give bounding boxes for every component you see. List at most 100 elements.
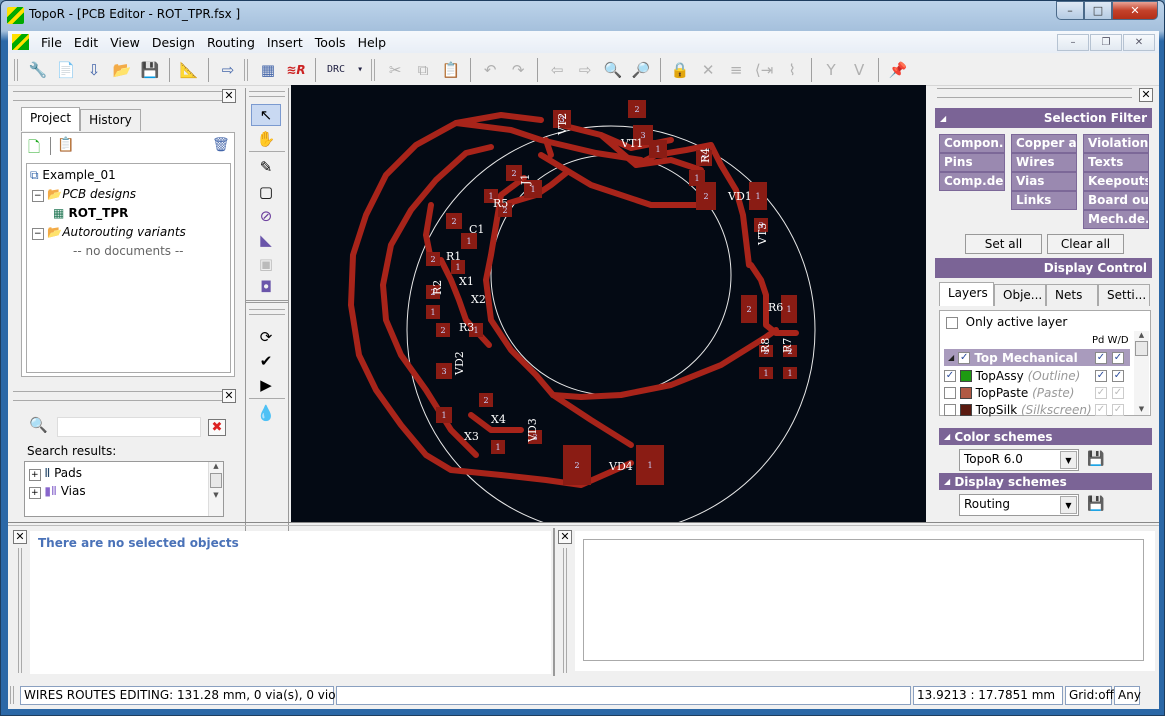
filter-pins[interactable]: Pins <box>939 153 1005 172</box>
component-label-x1[interactable]: X1 <box>459 275 474 288</box>
component-label-r4[interactable]: R4 <box>699 148 712 163</box>
layer-row-topassy[interactable]: ✓ TopAssy (Outline) ✓ ✓ <box>944 367 1130 384</box>
component-label-r5[interactable]: R5 <box>493 197 508 210</box>
delete-icon[interactable]: ✕ <box>696 58 720 82</box>
layer-row-topsilk[interactable]: TopSilk (Silkscreen) ✓ ✓ <box>944 401 1130 418</box>
pin-icon[interactable]: 📌 <box>886 58 910 82</box>
measure-icon[interactable]: 📐 <box>177 58 201 82</box>
mdi-close-button[interactable]: ✕ <box>1123 34 1155 51</box>
component-label-vt2[interactable]: VT2 <box>556 113 569 136</box>
import-icon[interactable]: ⇩ <box>82 58 106 82</box>
refresh-icon[interactable]: ⟳ <box>251 326 281 348</box>
export-icon[interactable]: ⇨ <box>216 58 240 82</box>
close-right-panel-button[interactable]: ✕ <box>1139 88 1153 102</box>
component-label-r8[interactable]: R8 <box>759 338 772 353</box>
only-active-layer-row[interactable]: Only active layer <box>946 315 1067 329</box>
component-label-r1[interactable]: R1 <box>446 250 461 263</box>
dropdown-arrow-icon[interactable]: ▼ <box>1060 496 1077 514</box>
layer-visible-checkbox[interactable] <box>944 403 956 416</box>
filter-components[interactable]: Compon... <box>939 134 1005 153</box>
component-label-r3[interactable]: R3 <box>459 321 474 334</box>
new-project-icon[interactable]: 🗋 <box>28 137 40 162</box>
tree-root[interactable]: ⧉ Example_01 <box>30 168 116 183</box>
run-icon[interactable]: ▶ <box>251 374 281 396</box>
fork2-icon[interactable]: V <box>847 58 871 82</box>
menu-edit[interactable]: Edit <box>68 35 104 50</box>
filter-links[interactable]: Links <box>1011 191 1077 210</box>
results-scrollbar[interactable]: ▲ ▼ <box>208 462 223 516</box>
layer-color-swatch[interactable] <box>959 386 972 399</box>
zoom-fit-icon[interactable]: 🔎 <box>629 58 653 82</box>
component-label-vd4[interactable]: VD4 <box>608 460 633 473</box>
close-button[interactable]: ✕ <box>1112 1 1158 20</box>
collapse-arrow-icon[interactable]: ◢ <box>948 353 954 362</box>
tree-group-pcb-designs[interactable]: − 📂PCB designs <box>32 187 136 202</box>
component-label-vd3[interactable]: VD3 <box>526 418 539 443</box>
dropdown-arrow-icon[interactable]: ▼ <box>1060 451 1077 469</box>
save-display-scheme-icon[interactable]: 💾 <box>1087 496 1104 512</box>
connect-icon[interactable]: ⟨⇥ <box>752 58 776 82</box>
menu-file[interactable]: File <box>35 35 68 50</box>
clear-all-button[interactable]: Clear all <box>1047 234 1124 254</box>
collapse-icon[interactable]: − <box>32 228 44 240</box>
tree-group-autorouting[interactable]: − 📂Autorouting variants <box>32 225 186 240</box>
toolbar-grip[interactable] <box>14 58 18 81</box>
tree-item-rot-tpr[interactable]: ▦ ROT_TPR <box>53 206 128 220</box>
close-project-panel-button[interactable]: ✕ <box>222 89 236 103</box>
expand-icon[interactable]: + <box>29 469 41 481</box>
layer-group-top-mechanical[interactable]: ◢ ✓ Top Mechanical ✓ ✓ <box>944 349 1130 366</box>
selection-filter-header[interactable]: ◢ Selection Filter <box>935 108 1152 128</box>
pcb-canvas[interactable]: 3 3 1 VT1 3 2 VT2 3 VT3 2 1 VD1 3 1 VD2 3 1 VD3 2 1 VD4 2 1 R1 2… <box>291 85 926 535</box>
trash-icon[interactable]: 🗑 <box>212 137 230 153</box>
component-label-vt1[interactable]: VT1 <box>620 137 643 150</box>
cut-icon[interactable]: ✂ <box>383 58 407 82</box>
filter-wires[interactable]: Wires <box>1011 153 1077 172</box>
keepout-tool-icon[interactable]: ⊘ <box>251 205 281 227</box>
redo-icon[interactable]: ↷ <box>506 58 530 82</box>
tab-settings[interactable]: Setti... <box>1098 284 1150 306</box>
layout-icon[interactable]: ▦ <box>256 58 280 82</box>
fork-icon[interactable]: Y <box>819 58 843 82</box>
menu-routing[interactable]: Routing <box>201 35 261 50</box>
meander-icon[interactable]: ⌇ <box>780 58 804 82</box>
tab-objects[interactable]: Obje... <box>994 284 1046 306</box>
maximize-button[interactable]: □ <box>1084 1 1112 20</box>
clear-search-button[interactable]: ✖ <box>208 419 226 436</box>
forward-icon[interactable]: ⇨ <box>573 58 597 82</box>
cutout-tool-icon[interactable]: ▣ <box>251 253 281 275</box>
group-pd-checkbox[interactable]: ✓ <box>1095 351 1107 364</box>
layer-visible-checkbox[interactable]: ✓ <box>944 369 956 382</box>
component-label-r6[interactable]: R6 <box>768 301 783 314</box>
close-messages-panel-button[interactable]: ✕ <box>558 530 572 544</box>
polygon-tool-icon[interactable]: ◣ <box>251 229 281 251</box>
layer-pd-checkbox[interactable]: ✓ <box>1095 369 1107 382</box>
pcb-board-view[interactable]: 331VT132VT23VT32 1VD131VD231VD32 1VD421R12… <box>291 85 926 535</box>
menu-design[interactable]: Design <box>146 35 201 50</box>
layer-color-swatch[interactable] <box>959 403 972 416</box>
tab-project[interactable]: Project <box>21 107 81 131</box>
color-scheme-select[interactable]: TopoR 6.0 ▼ <box>959 449 1079 471</box>
menu-insert[interactable]: Insert <box>261 35 309 50</box>
filter-keepouts[interactable]: Keepouts <box>1083 172 1149 191</box>
component-label-r7[interactable]: R7 <box>781 338 794 353</box>
layer-pd-checkbox[interactable]: ✓ <box>1095 403 1107 416</box>
layer-row-toppaste[interactable]: TopPaste (Paste) ✓ ✓ <box>944 384 1130 401</box>
group-wd-checkbox[interactable]: ✓ <box>1112 351 1124 364</box>
copy-icon[interactable]: ⧉ <box>411 58 435 82</box>
component-label-vd2[interactable]: VD2 <box>453 351 466 376</box>
expand-icon[interactable]: + <box>29 487 41 499</box>
layer-pd-checkbox[interactable]: ✓ <box>1095 386 1107 399</box>
filter-vias[interactable]: Vias <box>1011 172 1077 191</box>
display-control-header[interactable]: Display Control <box>935 258 1152 278</box>
align-icon[interactable]: ≡ <box>724 58 748 82</box>
draw-wire-icon[interactable]: ✎ <box>251 156 281 178</box>
layer-wd-checkbox[interactable]: ✓ <box>1112 386 1124 399</box>
close-search-panel-button[interactable]: ✕ <box>222 389 236 403</box>
undo-icon[interactable]: ↶ <box>478 58 502 82</box>
menu-help[interactable]: Help <box>352 35 393 50</box>
component-label-vt3[interactable]: VT3 <box>756 223 769 246</box>
layer-color-swatch[interactable] <box>959 369 972 382</box>
only-active-layer-checkbox[interactable] <box>946 316 958 329</box>
document-logo-icon[interactable] <box>12 34 29 50</box>
mdi-restore-button[interactable]: ❐ <box>1090 34 1122 51</box>
